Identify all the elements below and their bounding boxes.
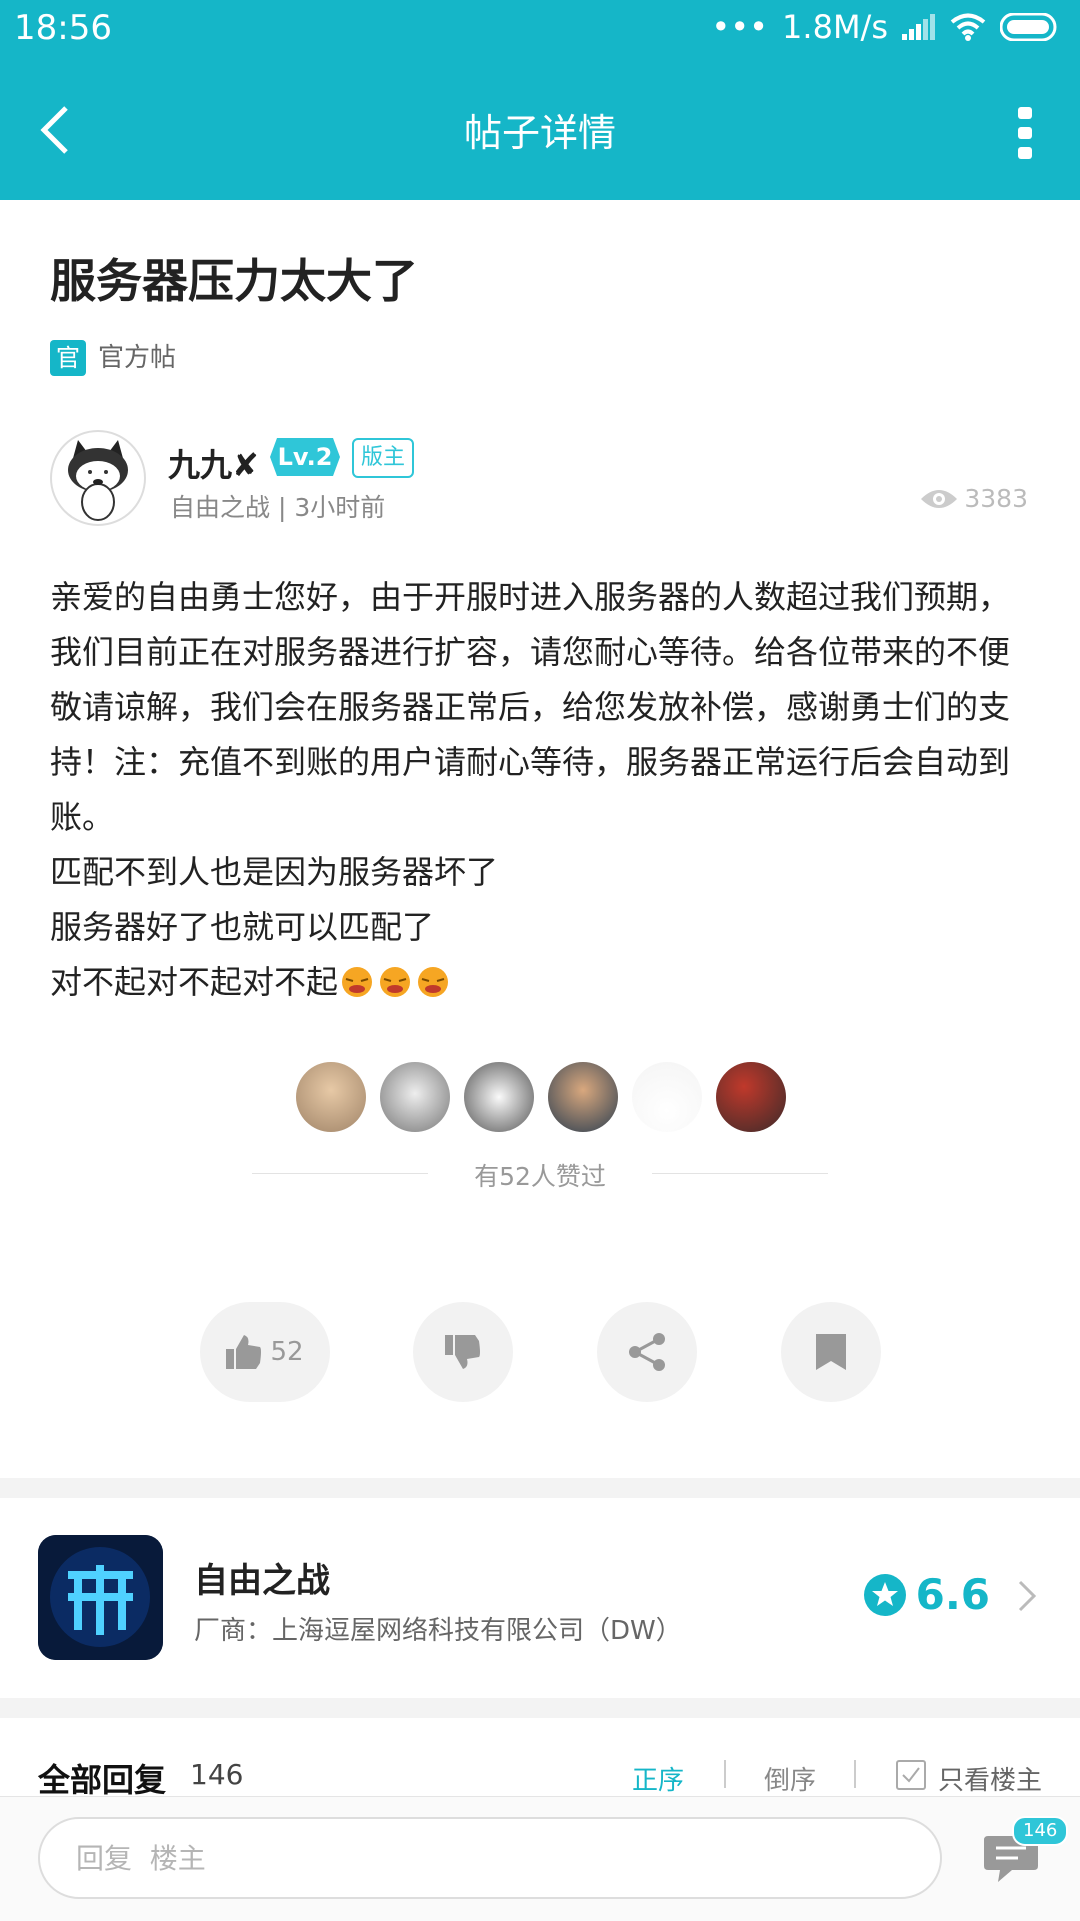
reply-input[interactable] bbox=[38, 1817, 942, 1899]
liker-avatars bbox=[296, 1062, 786, 1132]
liker-avatar[interactable] bbox=[632, 1062, 702, 1132]
post-title: 服务器压力太大了 bbox=[50, 254, 418, 308]
level-badge: Lv.2 bbox=[270, 438, 340, 476]
post-body: 亲爱的自由勇士您好，由于开服时进入服务器的人数超过我们预期，我们目前正在对服务器… bbox=[50, 570, 1040, 1010]
status-time: 18:56 bbox=[14, 8, 112, 48]
thumbs-up-icon bbox=[226, 1335, 262, 1369]
comment-count-badge: 146 bbox=[1012, 1816, 1069, 1846]
crying-face-icon bbox=[342, 967, 373, 997]
game-logo-icon bbox=[38, 1535, 163, 1660]
husky-avatar-icon bbox=[68, 440, 128, 521]
liker-avatar[interactable] bbox=[548, 1062, 618, 1132]
view-count-value: 3383 bbox=[964, 484, 1028, 513]
sort-ascending-tab[interactable]: 正序 bbox=[632, 1760, 684, 1797]
liker-avatar[interactable] bbox=[716, 1062, 786, 1132]
divider bbox=[854, 1760, 856, 1788]
status-indicators: ••• 1.8M/s bbox=[711, 8, 1060, 46]
replies-title: 全部回复 bbox=[38, 1761, 167, 1799]
author-avatar[interactable] bbox=[50, 430, 146, 526]
more-icon[interactable] bbox=[1018, 107, 1032, 159]
author-name[interactable]: 九九✘ bbox=[168, 440, 259, 486]
section-divider bbox=[0, 1698, 1080, 1718]
share-icon bbox=[629, 1333, 665, 1371]
crying-face-icon bbox=[380, 967, 411, 997]
game-name[interactable]: 自由之战 bbox=[194, 1553, 330, 1602]
replies-count: 146 bbox=[190, 1758, 244, 1791]
crying-face-icon bbox=[418, 967, 449, 997]
body-line: 匹配不到人也是因为服务器坏了 bbox=[50, 853, 499, 891]
body-line-with-emoji: 对不起对不起对不起 bbox=[50, 955, 1040, 1010]
status-bar: 18:56 ••• 1.8M/s bbox=[0, 0, 1080, 62]
eye-icon bbox=[921, 489, 958, 508]
star-icon bbox=[863, 1573, 906, 1616]
chevron-right-icon[interactable] bbox=[1016, 1578, 1038, 1614]
liker-avatar[interactable] bbox=[464, 1062, 534, 1132]
official-label: 官方帖 bbox=[98, 343, 177, 373]
signal-icon bbox=[902, 14, 935, 40]
official-badge: 官 bbox=[50, 340, 86, 376]
network-speed: 1.8M/s bbox=[782, 8, 888, 46]
author-meta: 自由之战 | 3小时前 bbox=[170, 493, 386, 522]
score-value: 6.6 bbox=[915, 1570, 990, 1619]
page-title: 帖子详情 bbox=[463, 111, 616, 155]
thumbs-down-icon bbox=[445, 1335, 480, 1369]
sort-descending-tab[interactable]: 倒序 bbox=[764, 1760, 816, 1797]
more-dots-icon: ••• bbox=[711, 8, 769, 46]
dislike-button[interactable] bbox=[413, 1302, 513, 1402]
bookmark-icon bbox=[816, 1334, 846, 1370]
likes-summary[interactable]: 有52人赞过 bbox=[0, 1157, 1080, 1193]
nav-bar: 帖子详情 bbox=[0, 62, 1080, 200]
section-divider bbox=[0, 1478, 1080, 1498]
body-line: 服务器好了也就可以匹配了 bbox=[50, 908, 435, 946]
moderator-badge: 版主 bbox=[352, 438, 414, 478]
divider bbox=[724, 1760, 726, 1788]
liker-avatar[interactable] bbox=[380, 1062, 450, 1132]
like-count: 52 bbox=[270, 1337, 304, 1367]
like-button[interactable]: 52 bbox=[200, 1302, 330, 1402]
view-count: 3383 bbox=[920, 484, 1028, 513]
only-op-toggle[interactable]: 只看楼主 bbox=[938, 1760, 1042, 1797]
share-button[interactable] bbox=[597, 1302, 697, 1402]
bookmark-button[interactable] bbox=[781, 1302, 881, 1402]
checkbox-icon[interactable] bbox=[896, 1760, 926, 1790]
battery-icon bbox=[1000, 13, 1057, 41]
game-icon[interactable] bbox=[38, 1535, 163, 1660]
liker-avatar[interactable] bbox=[296, 1062, 366, 1132]
game-developer: 厂商：上海逗屋网络科技有限公司（DW） bbox=[194, 1616, 682, 1646]
body-paragraph: 亲爱的自由勇士您好，由于开服时进入服务器的人数超过我们预期，我们目前正在对服务器… bbox=[50, 578, 1011, 836]
wifi-icon bbox=[950, 13, 986, 41]
game-score[interactable]: 6.6 bbox=[863, 1570, 990, 1619]
